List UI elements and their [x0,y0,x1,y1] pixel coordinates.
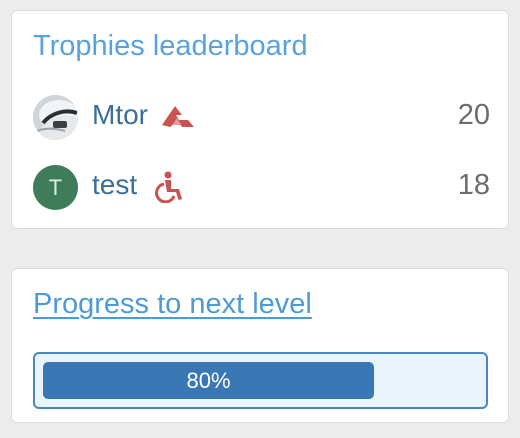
leaderboard-row: T test 18 [32,163,490,211]
user-name-link[interactable]: Mtor [92,99,148,131]
avatar[interactable] [33,95,78,140]
progress-bar: 80% [33,352,488,409]
progress-title-link[interactable]: Progress to next level [33,287,312,321]
score-value: 18 [457,169,490,201]
wheelchair-icon [150,171,186,203]
user-name-link[interactable]: test [92,169,137,201]
rank-chevron-icon [160,101,196,133]
leaderboard-row: Mtor 20 [32,93,490,141]
user-photo-icon [33,95,78,140]
trophies-leaderboard-card: Trophies leaderboard Mtor 20 T test 18 [11,10,509,229]
score-value: 20 [457,99,490,131]
progress-bar-fill: 80% [43,362,374,399]
avatar[interactable]: T [33,165,78,210]
leaderboard-title: Trophies leaderboard [33,30,308,62]
progress-percent-label: 80% [186,368,231,393]
level-progress-card: Progress to next level 80% [11,268,509,423]
